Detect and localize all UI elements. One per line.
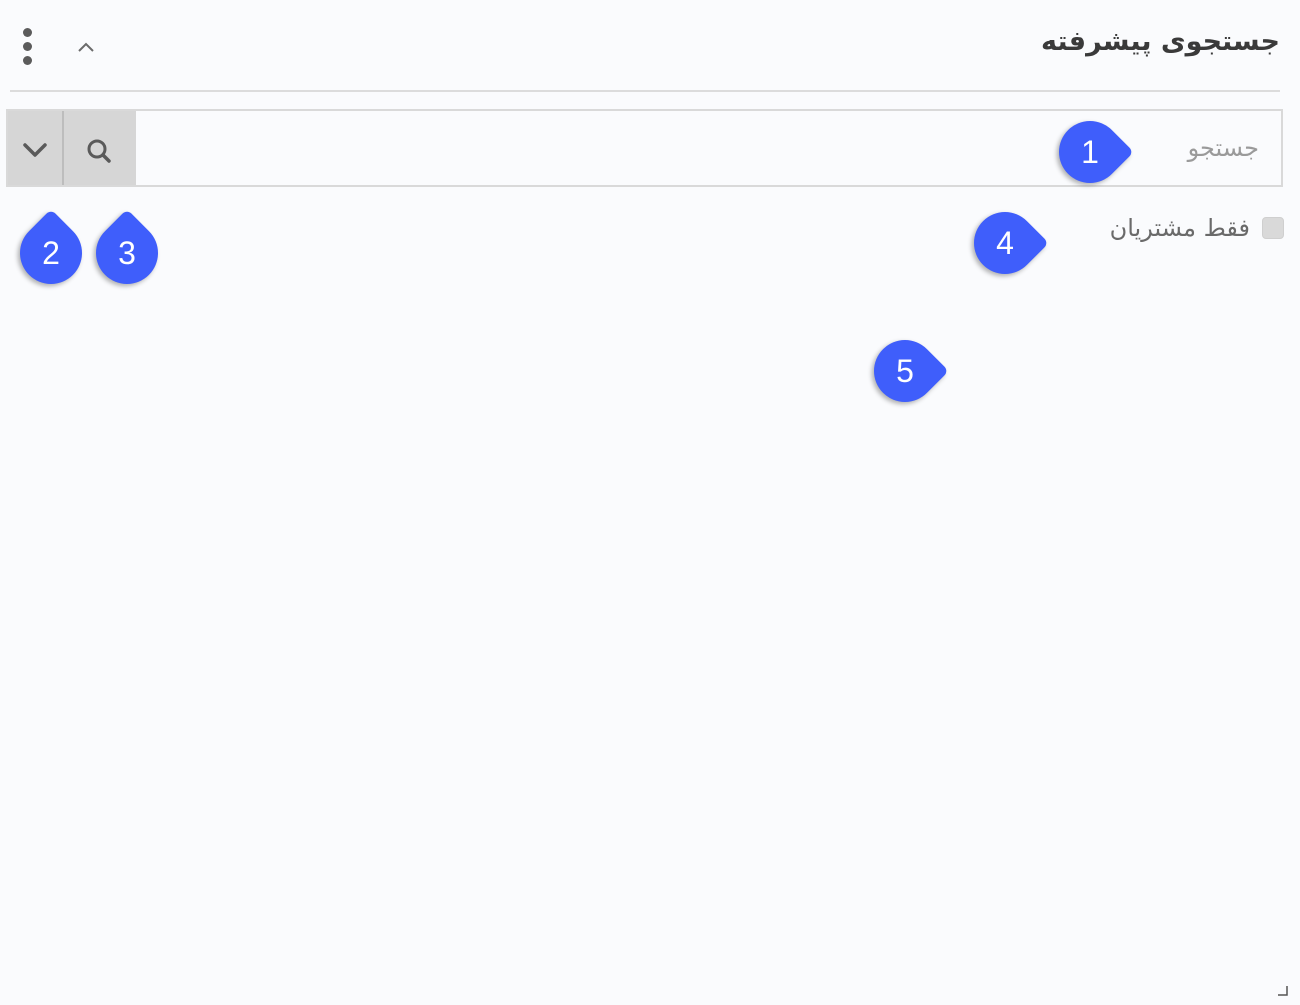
advanced-search-panel: جستجوی پیشرفته جستجو فقط مشتریان 1 2 3 4… <box>0 0 1300 1005</box>
annotation-marker-4: 4 <box>961 199 1049 287</box>
annotation-marker-2: 2 <box>7 209 95 297</box>
search-button[interactable] <box>64 111 136 185</box>
panel-header: جستجوی پیشرفته <box>10 0 1280 92</box>
resize-corner-icon <box>1278 986 1288 996</box>
annotation-marker-5: 5 <box>861 327 949 415</box>
search-options-dropdown-button[interactable] <box>8 111 64 185</box>
collapse-button[interactable] <box>72 34 100 62</box>
annotation-marker-5-label: 5 <box>896 353 914 389</box>
chevron-up-icon <box>78 42 94 52</box>
more-options-button[interactable] <box>18 28 40 66</box>
panel-title: جستجوی پیشرفته <box>1041 26 1280 57</box>
annotation-marker-4-label: 4 <box>996 225 1014 261</box>
customers-only-label[interactable]: فقط مشتریان <box>1110 214 1250 242</box>
annotation-marker-2-label: 2 <box>42 235 60 271</box>
annotation-marker-3-label: 3 <box>118 235 136 271</box>
annotation-marker-1: 1 <box>1046 108 1134 196</box>
chevron-down-icon <box>23 143 47 157</box>
customers-only-filter[interactable]: فقط مشتریان <box>1110 210 1284 246</box>
resize-handle[interactable] <box>1276 981 1288 996</box>
search-icon <box>87 139 111 163</box>
search-results-area <box>6 270 1283 980</box>
annotation-marker-1-label: 1 <box>1081 134 1099 170</box>
annotation-marker-3: 3 <box>83 209 171 297</box>
customers-only-checkbox[interactable] <box>1262 217 1284 239</box>
